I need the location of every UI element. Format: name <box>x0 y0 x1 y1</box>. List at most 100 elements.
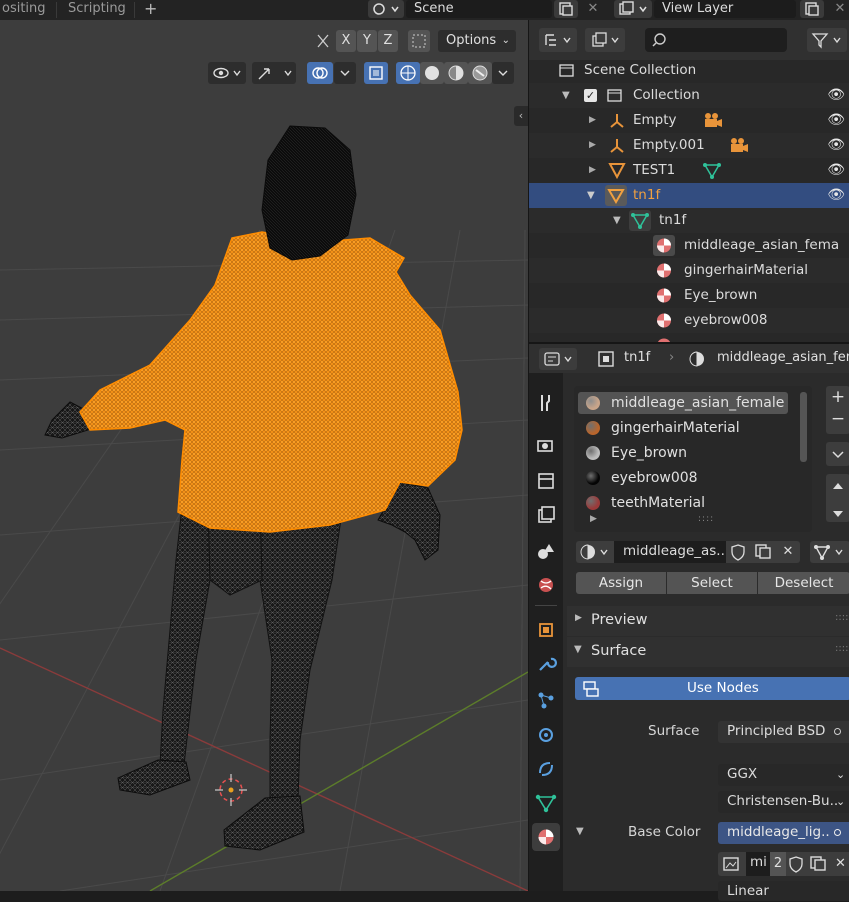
3d-cursor-icon[interactable] <box>215 774 247 806</box>
image-users-count[interactable]: 2 <box>770 852 786 876</box>
mirror-icon[interactable] <box>312 30 334 52</box>
view-layer-tab-icon[interactable] <box>532 501 560 529</box>
mirror-x-button[interactable]: X <box>336 30 356 52</box>
collapse-arrow-icon[interactable]: ▶ <box>589 108 596 133</box>
assign-button[interactable]: Assign <box>576 572 666 594</box>
tree-row-empty-001[interactable]: ▶ Empty.001 👁 <box>529 133 849 158</box>
close-view-layer-icon[interactable]: ✕ <box>830 0 849 18</box>
outliner-search-input[interactable] <box>645 28 787 52</box>
editor-type-dropdown[interactable] <box>539 348 577 370</box>
checkbox-icon[interactable]: ✓ <box>584 89 597 102</box>
distribution-dropdown[interactable]: GGX ⌄ <box>718 764 849 786</box>
expand-arrow-icon[interactable]: ▼ <box>576 826 584 837</box>
material-slot-item[interactable]: Eye_brown <box>611 441 687 465</box>
outliner-filter-dropdown[interactable] <box>807 28 847 52</box>
add-workspace-button[interactable]: + <box>136 0 165 20</box>
output-tab-icon[interactable] <box>532 467 560 495</box>
new-scene-button[interactable] <box>554 0 578 18</box>
fake-user-button[interactable] <box>726 541 750 563</box>
visibility-dropdown[interactable] <box>208 62 246 84</box>
use-nodes-button[interactable]: Use Nodes <box>575 677 849 700</box>
world-tab-icon[interactable] <box>532 571 560 599</box>
eye-icon[interactable]: 👁 <box>827 83 845 108</box>
auto-merge-icon[interactable] <box>408 30 430 52</box>
display-mode-dropdown[interactable] <box>539 28 577 52</box>
link-type-dropdown[interactable] <box>810 541 849 563</box>
resize-handle-icon[interactable]: :::: <box>698 514 714 524</box>
particles-tab-icon[interactable] <box>532 686 560 714</box>
eye-icon[interactable]: 👁 <box>827 183 845 208</box>
collapse-arrow-icon[interactable]: ▶ <box>589 158 596 183</box>
unlink-image-icon[interactable]: ✕ <box>832 852 849 876</box>
material-slot-item[interactable]: gingerhairMaterial <box>611 416 740 440</box>
add-slot-button[interactable]: + <box>826 386 849 408</box>
duplicate-material-button[interactable] <box>750 541 776 563</box>
move-down-icon[interactable] <box>826 502 849 526</box>
collapse-arrow-icon[interactable]: ▶ <box>589 133 596 158</box>
eye-icon[interactable]: 👁 <box>827 158 845 183</box>
material-slot-item[interactable]: middleage_asian_female <box>611 391 784 415</box>
workspace-tab-compositing[interactable]: ositing <box>0 0 54 20</box>
browse-image-button[interactable] <box>718 852 746 876</box>
browse-material-button[interactable] <box>576 541 614 563</box>
overlays-button[interactable] <box>307 62 333 84</box>
shading-solid-button[interactable] <box>420 62 444 84</box>
expand-arrow-icon[interactable]: ▼ <box>613 208 621 233</box>
scene-tab-icon[interactable] <box>532 537 560 565</box>
surface-panel-header[interactable]: ▼ Surface :::: <box>567 637 849 667</box>
expand-arrow-icon[interactable]: ▼ <box>562 83 570 108</box>
modifier-tab-icon[interactable] <box>532 650 560 678</box>
view-layer-name-field[interactable]: View Layer <box>654 0 796 18</box>
sidebar-toggle-icon[interactable]: ‹ <box>514 106 528 126</box>
list-scrollbar[interactable] <box>800 392 807 462</box>
shading-wireframe-button[interactable] <box>396 62 420 84</box>
tree-row-test1[interactable]: ▶ TEST1 👁 <box>529 158 849 183</box>
tree-row-material[interactable]: eyebrow008 <box>529 308 849 333</box>
scene-name-field[interactable]: Scene <box>406 0 552 18</box>
material-tab-icon[interactable] <box>532 823 560 851</box>
unlink-material-icon[interactable]: ✕ <box>776 541 800 563</box>
drag-handle-icon[interactable]: :::: <box>835 643 848 654</box>
new-view-layer-button[interactable] <box>800 0 824 18</box>
select-button[interactable]: Select <box>667 572 757 594</box>
render-tab-icon[interactable] <box>532 431 560 459</box>
image-fake-user-button[interactable] <box>786 852 806 876</box>
remove-slot-button[interactable]: − <box>826 408 849 430</box>
tool-tab-icon[interactable] <box>532 389 560 417</box>
material-name-field[interactable]: middleage_as.. <box>614 541 726 563</box>
material-slot-item[interactable]: teethMaterial <box>611 491 705 515</box>
eye-icon[interactable]: 👁 <box>827 108 845 133</box>
drag-handle-icon[interactable]: :::: <box>835 612 848 623</box>
overlays-dropdown[interactable] <box>334 62 356 84</box>
physics-tab-icon[interactable] <box>532 721 560 749</box>
3d-viewport[interactable]: X Y Z Options ⌄ ‹ <box>0 20 528 891</box>
interpolation-dropdown[interactable]: Linear <box>718 881 849 901</box>
mirror-z-button[interactable]: Z <box>378 30 398 52</box>
tree-row-material[interactable]: Eye_brown <box>529 283 849 308</box>
mirror-y-button[interactable]: Y <box>357 30 377 52</box>
deselect-button[interactable]: Deselect <box>758 572 849 594</box>
tree-row-collection[interactable]: ▼ ✓ Collection 👁 <box>529 83 849 108</box>
move-up-icon[interactable] <box>826 474 849 498</box>
constraints-tab-icon[interactable] <box>532 755 560 783</box>
shading-rendered-button[interactable] <box>468 62 492 84</box>
tree-row-empty[interactable]: ▶ Empty 👁 <box>529 108 849 133</box>
duplicate-image-button[interactable] <box>806 852 832 876</box>
filter-view-layer-dropdown[interactable] <box>585 28 625 52</box>
workspace-tab-scripting[interactable]: Scripting <box>60 0 134 20</box>
view-layer-browse-button[interactable] <box>614 0 652 18</box>
tree-row-tn1f-mesh[interactable]: ▼ tn1f <box>529 208 849 233</box>
tree-row-material[interactable]: gingerhairMaterial <box>529 258 849 283</box>
scene-browse-button[interactable] <box>368 0 404 18</box>
slot-specials-dropdown[interactable] <box>826 442 849 466</box>
expand-arrow-icon[interactable]: ▼ <box>587 183 595 208</box>
preview-panel-header[interactable]: ▶ Preview :::: <box>567 606 849 636</box>
shading-material-button[interactable] <box>444 62 468 84</box>
surface-shader-field[interactable]: Principled BSD <box>718 721 849 743</box>
shading-dropdown[interactable] <box>492 62 514 84</box>
eye-icon[interactable]: 👁 <box>827 133 845 158</box>
tree-row-material[interactable]: middleage_asian_fema <box>529 233 849 258</box>
xray-button[interactable] <box>364 62 388 84</box>
object-tab-icon[interactable] <box>532 616 560 644</box>
tree-row-tn1f[interactable]: ▼ tn1f 👁 <box>529 183 849 208</box>
